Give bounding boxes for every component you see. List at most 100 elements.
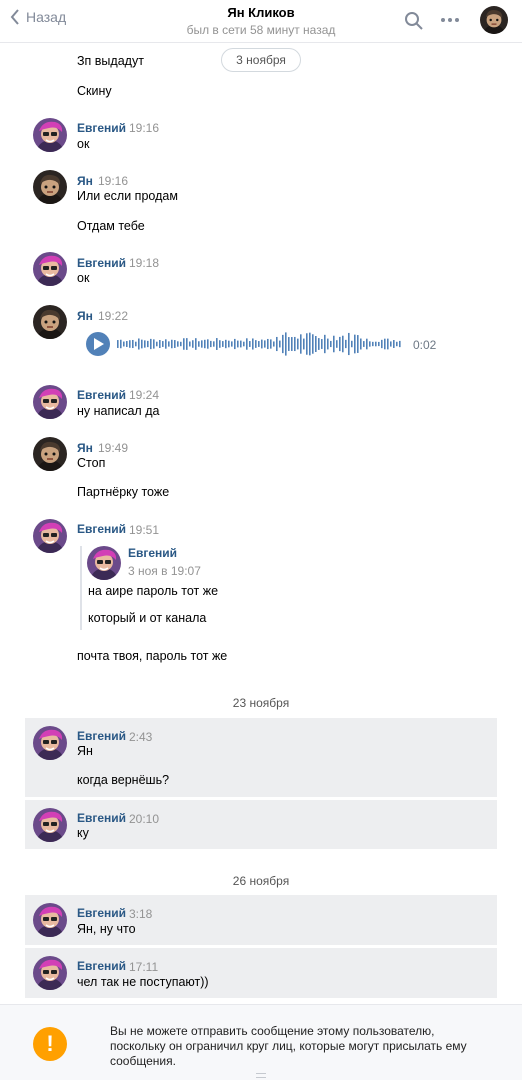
- waveform-bar: [123, 341, 125, 347]
- sender-name[interactable]: Евгений: [77, 729, 126, 743]
- search-icon[interactable]: [404, 11, 424, 36]
- waveform-bar: [390, 341, 392, 347]
- avatar[interactable]: [33, 437, 67, 471]
- contact-avatar[interactable]: [480, 6, 508, 34]
- sender-name[interactable]: Евгений: [77, 388, 126, 402]
- waveform-bar: [249, 341, 251, 347]
- avatar[interactable]: [33, 252, 67, 286]
- waveform-bar: [165, 339, 167, 349]
- waveform-bar: [117, 340, 119, 348]
- waveform-bar: [267, 338, 269, 350]
- waveform-bar: [357, 335, 359, 353]
- waveform-bar: [141, 339, 143, 349]
- avatar[interactable]: [33, 385, 67, 419]
- message-text: Ян: [77, 744, 93, 758]
- sender-name[interactable]: Евгений: [77, 522, 126, 536]
- waveform-bar: [324, 334, 326, 354]
- waveform-bar: [369, 341, 371, 347]
- date-pill: 3 ноября: [221, 48, 301, 72]
- message-time: 17:11: [129, 960, 159, 974]
- sender-name[interactable]: Евгений: [77, 121, 126, 135]
- resize-grip-icon[interactable]: [256, 1073, 266, 1078]
- play-icon: [94, 338, 104, 350]
- waveform-bar: [162, 341, 164, 347]
- waveform-bar: [276, 336, 278, 352]
- waveform-bar: [246, 338, 248, 350]
- forwarded-sender-name[interactable]: Евгений: [128, 546, 177, 560]
- message-text: Ян, ну что: [77, 922, 136, 936]
- avatar[interactable]: [33, 903, 67, 937]
- waveform-bar: [147, 340, 149, 348]
- waveform-bar: [183, 338, 185, 350]
- sender-name[interactable]: Ян: [77, 174, 93, 188]
- waveform-bar: [213, 341, 215, 347]
- waveform-bar: [333, 335, 335, 353]
- forwarded-text: на аире пароль тот же: [88, 584, 219, 598]
- waveform-bar: [279, 340, 281, 348]
- avatar[interactable]: [33, 170, 67, 204]
- unread-message[interactable]: Евгений 17:11 чел так не поступают)): [25, 948, 497, 998]
- waveform-bar: [207, 339, 209, 349]
- waveform-bar: [366, 338, 368, 350]
- waveform-bar: [309, 332, 311, 356]
- date-separator: 23 ноября: [232, 696, 290, 710]
- waveform-bar: [234, 338, 236, 350]
- message-time: 19:51: [129, 523, 160, 537]
- waveform-bar: [294, 336, 296, 352]
- sender-name[interactable]: Евгений: [77, 906, 126, 920]
- waveform-bar: [282, 334, 284, 354]
- waveform-bar: [303, 338, 305, 350]
- sender-name[interactable]: Евгений: [77, 811, 126, 825]
- waveform-bar: [372, 341, 374, 347]
- waveform-bar: [375, 341, 377, 347]
- avatar[interactable]: [33, 956, 67, 990]
- more-options-icon[interactable]: [440, 12, 460, 33]
- waveform-bar: [261, 339, 263, 349]
- sender-name[interactable]: Евгений: [77, 959, 126, 973]
- waveform-bar: [177, 341, 179, 347]
- waveform-bar: [219, 340, 221, 348]
- forwarded-avatar[interactable]: [87, 546, 121, 580]
- waveform-bar: [288, 337, 290, 351]
- unread-message[interactable]: Евгений 2:43 Ян когда вернёшь?: [25, 718, 497, 797]
- avatar[interactable]: [33, 305, 67, 339]
- waveform-bar: [240, 340, 242, 348]
- unread-message[interactable]: Евгений 3:18 Ян, ну что: [25, 895, 497, 945]
- avatar[interactable]: [33, 726, 67, 760]
- unread-message[interactable]: Евгений 20:10 ку: [25, 800, 497, 849]
- waveform-bar: [120, 339, 122, 349]
- waveform-bar: [384, 338, 386, 350]
- forwarded-date[interactable]: 3 ноя в 19:07: [128, 564, 201, 578]
- waveform-bar: [291, 337, 293, 351]
- message-text: ну написал да: [77, 404, 160, 418]
- waveform-bar: [351, 340, 353, 348]
- waveform-bar: [255, 340, 257, 348]
- message-text: Скину: [77, 84, 112, 98]
- sender-name[interactable]: Евгений: [77, 256, 126, 270]
- message-text: почта твоя, пароль тот же: [77, 649, 228, 663]
- sender-name[interactable]: Ян: [77, 309, 93, 323]
- avatar[interactable]: [33, 118, 67, 152]
- waveform-bar: [135, 341, 137, 347]
- sender-name[interactable]: Ян: [77, 441, 93, 455]
- avatar[interactable]: [33, 519, 67, 553]
- waveform-bar: [252, 338, 254, 350]
- play-voice-button[interactable]: [86, 332, 110, 356]
- waveform-bar: [273, 341, 275, 347]
- message-time: 3:18: [129, 907, 153, 921]
- waveform-bar: [222, 341, 224, 347]
- waveform-bar: [264, 340, 266, 348]
- waveform-bar: [327, 338, 329, 350]
- waveform-bar: [285, 332, 287, 356]
- chat-header: Назад Ян Кликов был в сети 58 минут наза…: [0, 0, 522, 43]
- waveform-bar: [216, 338, 218, 350]
- waveform-bar: [330, 340, 332, 348]
- waveform-bar: [210, 340, 212, 348]
- voice-waveform[interactable]: [117, 332, 401, 356]
- waveform-bar: [339, 336, 341, 352]
- message-time: 2:43: [129, 730, 153, 744]
- avatar[interactable]: [33, 808, 67, 842]
- waveform-bar: [258, 341, 260, 347]
- waveform-bar: [318, 338, 320, 350]
- message-time: 19:24: [129, 388, 160, 402]
